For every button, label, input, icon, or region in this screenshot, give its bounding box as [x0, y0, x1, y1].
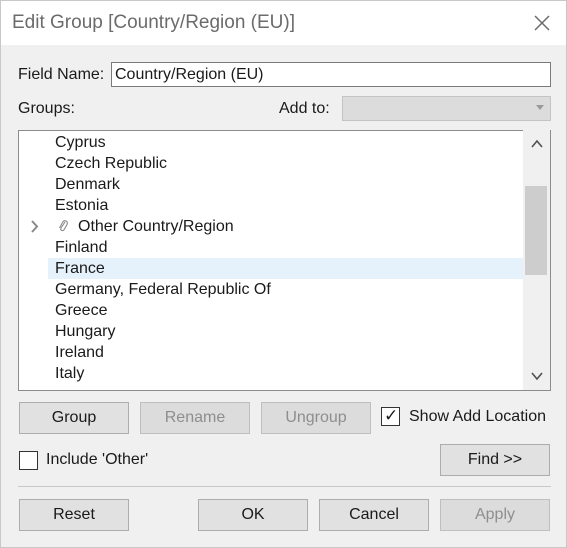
- scroll-up-icon[interactable]: [523, 130, 550, 158]
- list-item-label: Czech Republic: [55, 155, 168, 172]
- list-item-label: Italy: [55, 365, 85, 382]
- list-item-label: Denmark: [55, 176, 120, 193]
- list-item-label: Other Country/Region: [78, 218, 234, 235]
- list-item[interactable]: Italy: [20, 363, 525, 384]
- groups-label: Groups:: [18, 100, 75, 117]
- list-item[interactable]: Greece: [20, 300, 525, 321]
- list-scrollbar[interactable]: [523, 130, 550, 390]
- list-item-label: Greece: [55, 302, 108, 319]
- close-icon[interactable]: [532, 12, 552, 34]
- scroll-thumb[interactable]: [525, 186, 547, 275]
- list-item-label: Germany, Federal Republic Of: [55, 281, 271, 298]
- list-item[interactable]: Denmark: [20, 174, 525, 195]
- add-to-label: Add to:: [279, 100, 330, 117]
- chevron-down-icon: [536, 105, 544, 110]
- list-item[interactable]: Hungary: [20, 321, 525, 342]
- show-add-location-checkbox[interactable]: ✓: [381, 406, 400, 426]
- list-item-label: Estonia: [55, 197, 109, 214]
- close-icon-glyph: [534, 15, 550, 31]
- edit-group-dialog: Edit Group [Country/Region (EU)] Field N…: [0, 0, 567, 548]
- list-item[interactable]: Cyprus: [20, 132, 525, 153]
- reset-button[interactable]: Reset: [19, 499, 129, 531]
- show-add-location-label: Show Add Location: [409, 408, 546, 425]
- list-item-label: Cyprus: [55, 134, 106, 151]
- separator: [18, 486, 551, 487]
- field-name-input[interactable]: [111, 62, 551, 87]
- title-bar: Edit Group [Country/Region (EU)]: [1, 1, 566, 45]
- paperclip-glyph: [59, 220, 68, 232]
- scroll-down-icon[interactable]: [523, 362, 550, 390]
- chevron-up-glyph: [530, 139, 543, 148]
- apply-button[interactable]: Apply: [440, 499, 550, 531]
- list-item[interactable]: Germany, Federal Republic Of: [20, 279, 525, 300]
- list-group-item[interactable]: Other Country/Region: [20, 216, 525, 237]
- list-item-label: France: [55, 260, 105, 277]
- list-item-label: Ireland: [55, 344, 104, 361]
- group-button[interactable]: Group: [19, 402, 129, 434]
- ungroup-button[interactable]: Ungroup: [261, 402, 371, 434]
- list-item[interactable]: Ireland: [20, 342, 525, 363]
- checkmark-icon: ✓: [384, 406, 399, 425]
- groups-list[interactable]: Cyprus Czech Republic Denmark Estonia Ot…: [18, 130, 551, 391]
- list-item-partial[interactable]: [20, 384, 525, 390]
- rename-button[interactable]: Rename: [140, 402, 250, 434]
- list-item[interactable]: Finland: [20, 237, 525, 258]
- field-name-label: Field Name:: [18, 66, 105, 83]
- list-item-selected[interactable]: France: [48, 258, 524, 279]
- list-item[interactable]: Estonia: [20, 195, 525, 216]
- include-other-checkbox[interactable]: [19, 451, 38, 470]
- find-button[interactable]: Find >>: [440, 444, 550, 476]
- chevron-down-glyph: [530, 372, 543, 381]
- chevron-right-glyph: [31, 220, 39, 233]
- dialog-title: Edit Group [Country/Region (EU)]: [12, 12, 296, 33]
- ok-button[interactable]: OK: [198, 499, 308, 531]
- cancel-button[interactable]: Cancel: [319, 499, 429, 531]
- add-to-dropdown[interactable]: [342, 96, 551, 121]
- list-item-label: Hungary: [55, 323, 116, 340]
- list-item[interactable]: Czech Republic: [20, 153, 525, 174]
- list-item-label: Finland: [55, 239, 108, 256]
- include-other-label: Include 'Other': [46, 451, 149, 468]
